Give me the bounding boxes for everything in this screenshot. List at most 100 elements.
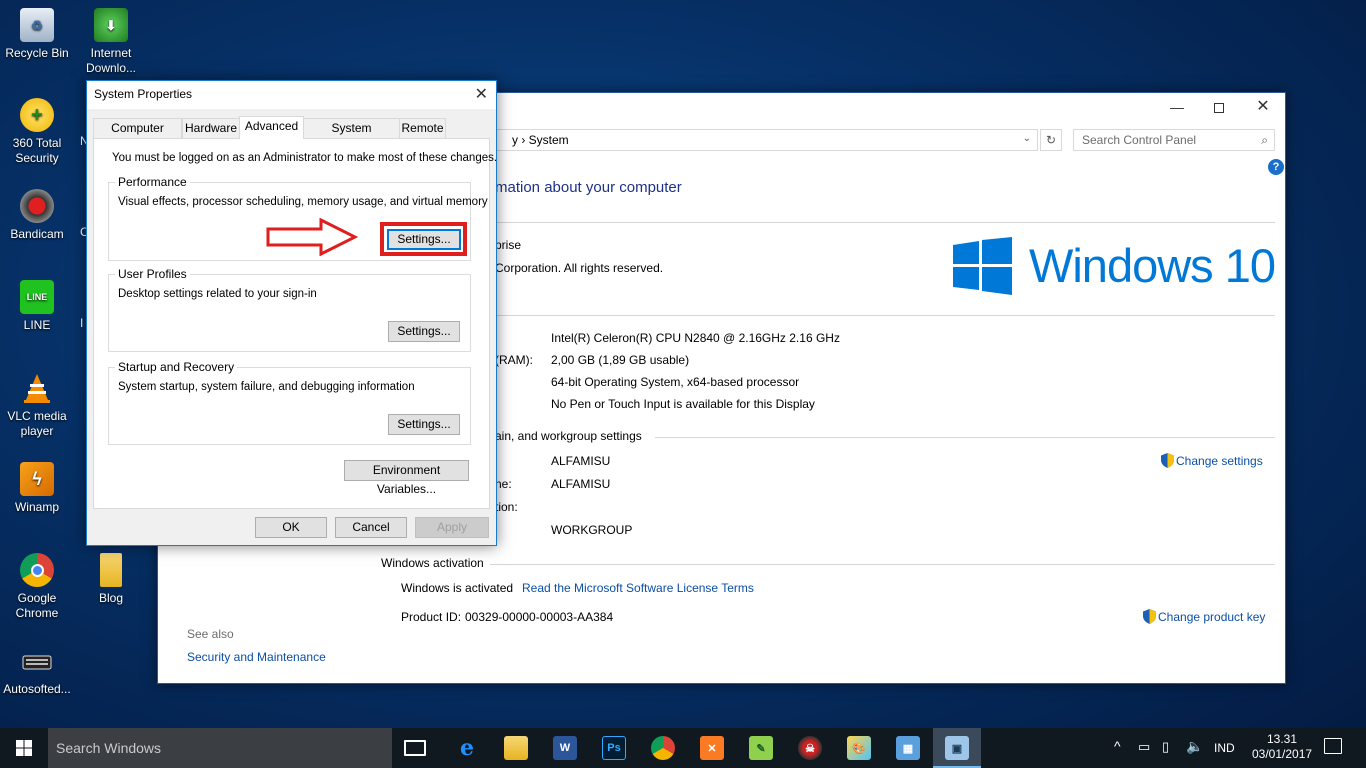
folder-icon [100,553,122,587]
tab-remote[interactable]: Remote [399,118,446,138]
performance-group: Performance Visual effects, processor sc… [108,175,488,261]
desktop-icon-google-chrome[interactable]: Google Chrome [0,553,74,621]
partial-icon-label: I [80,316,84,330]
desktop-icon-360-total-security[interactable]: + 360 Total Security [0,98,74,166]
minimize-button[interactable]: — [1162,99,1192,117]
paint-icon[interactable]: 🎨 [847,736,871,760]
search-input[interactable]: Search Control Panel ⌕ [1073,129,1275,151]
activation-section-title: Windows activation [381,556,484,570]
shield-icon [1161,453,1174,468]
desktop-icon-recycle-bin[interactable]: ♻ Recycle Bin [0,8,74,61]
notepad-plus-icon[interactable]: ✎ [749,736,773,760]
taskbar: Search Windows e W Ps ✕ ✎ ☠ 🎨 ▦ ▣ ^ ▭ ▯ … [0,728,1366,768]
breadcrumb: y › System [512,133,569,147]
cancel-button[interactable]: Cancel [335,517,407,538]
performance-label: Performance [115,175,190,189]
computer-name-value: ALFAMISU [551,454,611,468]
search-icon: ⌕ [1261,133,1268,147]
bandicam-icon [20,189,54,223]
desktop-icon-label: Autosofted... [3,682,71,696]
line-icon: LINE [20,280,54,314]
change-product-key-link[interactable]: Change product key [1143,609,1265,624]
language-indicator[interactable]: IND [1214,741,1235,755]
apply-button[interactable]: Apply [415,517,489,538]
startup-recovery-description: System startup, system failure, and debu… [118,381,415,393]
desktop-icon-internet-download-manager[interactable]: ⬇ Internet Downlo... [74,8,148,76]
maximize-icon [1214,103,1224,113]
maximize-button[interactable] [1204,99,1234,117]
activation-status: Windows is activated [401,581,514,595]
desktop-icon-label: Bandicam [10,227,64,241]
tab-hardware[interactable]: Hardware [182,118,240,138]
desktop-icon-winamp[interactable]: ϟ Winamp [0,462,74,515]
action-center-icon[interactable] [1324,738,1342,754]
vlc-icon [20,371,54,405]
edge-icon[interactable]: e [455,735,479,761]
address-bar[interactable]: y › System ⌄ [494,129,1038,151]
desktop-icon-line[interactable]: LINE LINE [0,280,74,333]
desktop-icon-label: VLC media player [7,409,67,438]
performance-settings-button[interactable]: Settings... [387,229,461,250]
full-name-value: ALFAMISU [551,477,611,491]
chrome-taskbar-icon[interactable] [651,736,675,760]
dialog-close-button[interactable]: ✕ [475,84,488,104]
system-properties-taskbar-button[interactable]: ▣ [933,728,981,768]
edition-text: prise [495,238,522,252]
product-id-value: 00329-00000-00003-AA384 [465,610,614,624]
ram-label: (RAM): [495,353,533,367]
user-profiles-settings-button[interactable]: Settings... [388,321,460,342]
photoshop-icon[interactable]: Ps [602,736,626,760]
desktop-icon-autosofted[interactable]: Autosofted... [0,644,74,697]
license-terms-link[interactable]: Read the Microsoft Software License Term… [522,581,754,595]
skull-app-icon[interactable]: ☠ [798,736,822,760]
processor-value: Intel(R) Celeron(R) CPU N2840 @ 2.16GHz … [551,331,840,345]
desktop-icon-label: Recycle Bin [5,46,69,60]
xampp-icon[interactable]: ✕ [700,736,724,760]
desktop-icon-label: LINE [23,318,51,332]
clock[interactable]: 13.31 03/01/2017 [1252,732,1312,762]
task-view-icon[interactable] [404,740,426,756]
start-button[interactable] [0,728,48,768]
volume-icon[interactable]: 🔈 [1186,738,1203,755]
product-id-label: Product ID: [401,610,462,624]
user-profiles-label: User Profiles [115,267,190,281]
change-product-key-label: Change product key [1158,610,1266,624]
chevron-down-icon[interactable]: ⌄ [1023,133,1031,144]
winamp-icon: ϟ [20,462,54,496]
security-maintenance-link[interactable]: Security and Maintenance [187,650,326,664]
windows-start-icon [16,740,32,756]
performance-description: Visual effects, processor scheduling, me… [118,196,488,208]
ok-button[interactable]: OK [255,517,327,538]
user-profiles-description: Desktop settings related to your sign-in [118,288,317,300]
taskbar-search-box[interactable]: Search Windows [48,728,392,768]
tab-computer-name[interactable]: Computer Name [93,118,182,153]
copyright-text: Corporation. All rights reserved. [495,261,664,275]
tab-system-protection[interactable]: System Protection [303,118,400,153]
desktop-icon-label: Blog [98,591,124,605]
desktop-icon-blog[interactable]: Blog [74,553,148,606]
dialog-title: System Properties [94,87,193,101]
system-type-value: 64-bit Operating System, x64-based proce… [551,375,800,389]
battery-icon[interactable]: ▯ [1162,739,1169,755]
desktop-icon-vlc[interactable]: VLC media player [0,371,74,439]
tab-advanced[interactable]: Advanced [239,116,304,139]
dialog-title-bar: System Properties ✕ [87,81,496,109]
desktop-icon-label: Internet Downlo... [85,46,137,75]
admin-note: You must be logged on as an Administrato… [112,152,498,164]
description-label: tion: [495,500,518,514]
environment-variables-button[interactable]: Environment Variables... [344,460,469,496]
startup-recovery-label: Startup and Recovery [115,360,238,374]
refresh-icon: ↻ [1045,133,1057,147]
close-button[interactable]: ✕ [1248,96,1278,118]
file-explorer-icon[interactable] [504,736,528,760]
tray-chevron-up-icon[interactable]: ^ [1114,738,1121,754]
refresh-button[interactable]: ↻ [1040,129,1062,151]
control-panel-taskbar-icon[interactable]: ▦ [896,736,920,760]
network-icon[interactable]: ▭ [1138,739,1150,755]
startup-recovery-settings-button[interactable]: Settings... [388,414,460,435]
windows-logo-icon [953,237,1012,295]
change-settings-link[interactable]: Change settings [1161,453,1263,468]
help-icon[interactable]: ? [1268,159,1284,175]
desktop-icon-bandicam[interactable]: Bandicam [0,189,74,242]
word-icon[interactable]: W [553,736,577,760]
